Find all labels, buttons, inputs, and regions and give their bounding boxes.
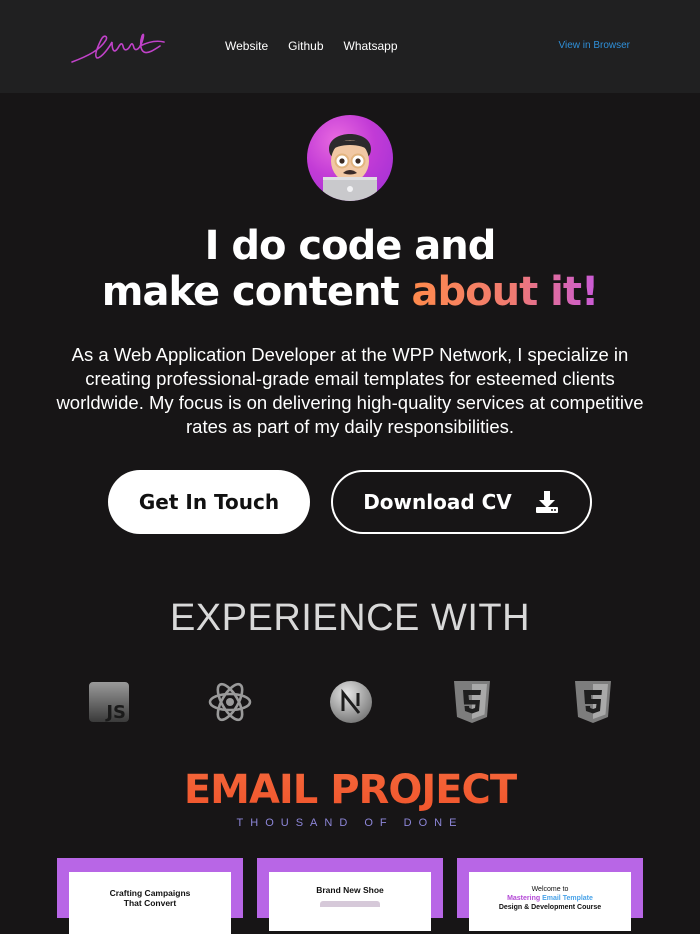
email-project-subtitle: THOUSAND OF DONE (236, 817, 464, 829)
card-highlight: Mastering (507, 895, 543, 902)
main-content: I do code and make content about it! As … (0, 93, 700, 934)
headline-line-1: I do code and (204, 223, 497, 269)
card-title-line: Crafting Campaigns (109, 888, 191, 898)
javascript-icon: JS (86, 679, 132, 725)
card-title-line: That Convert (123, 898, 177, 908)
signature-logo[interactable] (70, 28, 166, 68)
view-in-browser-link[interactable]: View in Browser (558, 40, 630, 51)
nav-link-whatsapp[interactable]: Whatsapp (344, 39, 398, 53)
project-card-preview: Brand New Shoe (269, 872, 431, 931)
avatar (307, 115, 393, 201)
get-in-touch-label: Get In Touch (138, 490, 280, 514)
headline-line-2: make content about it! (0, 269, 700, 315)
hero-headline: I do code and make content about it! (0, 223, 700, 315)
nextjs-icon (328, 679, 374, 725)
get-in-touch-button[interactable]: Get In Touch (108, 470, 310, 534)
react-icon (207, 679, 253, 725)
download-cv-button[interactable]: Download CV (331, 470, 592, 534)
download-cv-label: Download CV (363, 490, 512, 514)
project-card[interactable]: Brand New Shoe (257, 858, 443, 931)
svg-text:JS: JS (104, 702, 126, 723)
top-nav: Website Github Whatsapp (225, 39, 398, 53)
shoe-image (320, 901, 380, 907)
card-pre-line: Welcome to (531, 886, 569, 893)
project-card-preview: Crafting Campaigns That Convert (69, 872, 231, 934)
email-project-title: EMAIL PROJECT (0, 767, 700, 813)
headline-plain: make content (101, 269, 412, 315)
tech-icons: JS (86, 679, 616, 725)
project-card[interactable]: Welcome to Mastering Email Template Desi… (457, 858, 643, 931)
memoji-avatar-icon (323, 134, 377, 201)
html5-icon (449, 679, 495, 725)
bio-text: As a Web Application Developer at the WP… (56, 344, 644, 437)
download-icon (535, 491, 558, 513)
card-highlight: Email Template (542, 895, 593, 902)
project-cards: Crafting Campaigns That Convert Brand Ne… (57, 858, 643, 934)
experience-title: EXPERIENCE WITH (169, 597, 531, 639)
card-title-line: Brand New Shoe (316, 885, 384, 895)
project-card-preview: Welcome to Mastering Email Template Desi… (469, 872, 631, 931)
card-title-line: Mastering Email Template (469, 894, 631, 903)
project-card[interactable]: Crafting Campaigns That Convert (57, 858, 243, 934)
nav-link-website[interactable]: Website (225, 39, 268, 53)
header: Website Github Whatsapp View in Browser (0, 0, 700, 93)
headline-accent: about it! (411, 269, 600, 315)
css3-icon (570, 679, 616, 725)
nav-link-github[interactable]: Github (288, 39, 323, 53)
